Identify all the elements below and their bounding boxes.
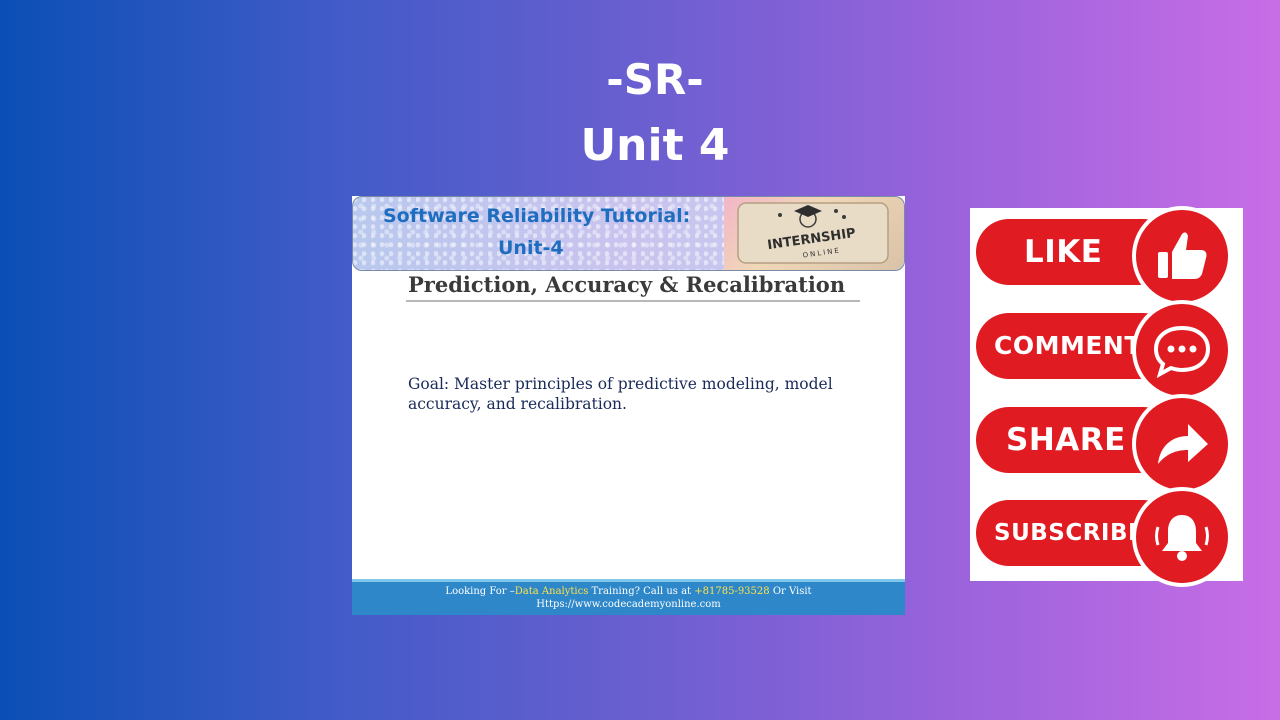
- slide-goal-text: Goal: Master principles of predictive mo…: [408, 374, 838, 414]
- internship-online-logo: INTERNSHIP ONLINE: [724, 197, 904, 270]
- footer-prefix: Looking For –: [445, 586, 515, 597]
- goal-line-1: Goal: Master principles of predictive mo…: [408, 375, 833, 393]
- social-actions-panel: LIKE COMMENT SHARE SUBSCRIBE: [970, 206, 1243, 587]
- thumbs-up-icon[interactable]: [1132, 206, 1232, 306]
- slide-heading: Prediction, Accuracy & Recalibration: [408, 272, 846, 297]
- banner-title-line1: Software Reliability Tutorial:: [383, 205, 691, 227]
- banner-title-line2: Unit-4: [498, 237, 564, 259]
- comment-label: COMMENT: [994, 331, 1142, 360]
- goal-line-2: accuracy, and recalibration.: [408, 395, 627, 413]
- footer-suffix: Or Visit: [769, 586, 812, 597]
- logo-graphic: INTERNSHIP ONLINE: [737, 202, 889, 264]
- footer-course: Data Analytics: [514, 586, 589, 597]
- subscribe-label: SUBSCRIBE: [994, 520, 1145, 546]
- bell-icon[interactable]: [1132, 487, 1232, 587]
- slide-footer: Looking For –Data Analytics Training? Ca…: [352, 579, 905, 615]
- share-arrow-icon[interactable]: [1132, 394, 1232, 494]
- slide-divider: [406, 300, 860, 302]
- header-title-sr: -SR-: [606, 55, 704, 104]
- footer-middle: Training? Call us at: [588, 586, 695, 597]
- comment-bubble-icon[interactable]: [1132, 300, 1232, 400]
- slide-banner: Software Reliability Tutorial: Unit-4 IN…: [352, 196, 905, 271]
- share-label: SHARE: [1006, 422, 1126, 458]
- header-title-unit: Unit 4: [580, 120, 730, 171]
- footer-url: Https://www.codecademyonline.com: [536, 599, 721, 610]
- footer-phone: +81785-93528: [694, 586, 770, 597]
- like-label: LIKE: [1024, 234, 1103, 270]
- slide-preview: Software Reliability Tutorial: Unit-4 IN…: [352, 196, 905, 615]
